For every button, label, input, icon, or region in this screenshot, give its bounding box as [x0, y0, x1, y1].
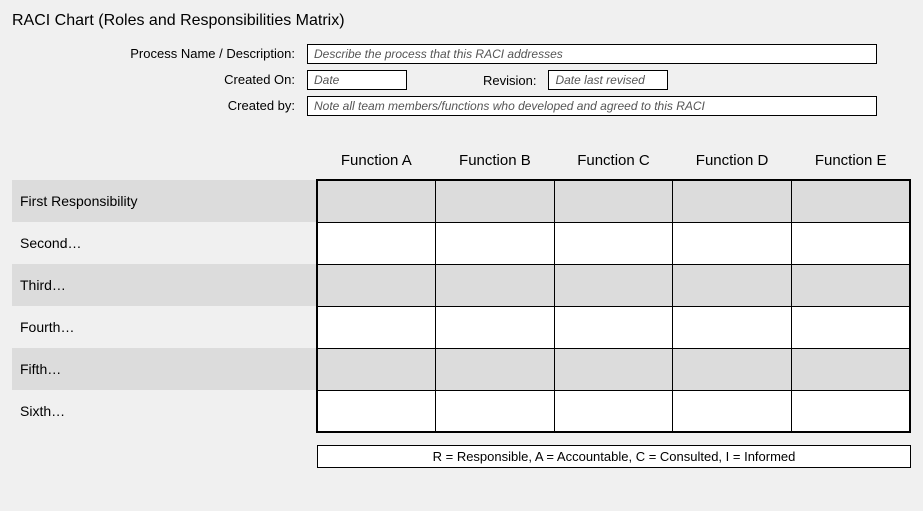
- table-row: Third…: [12, 264, 910, 306]
- created-on-input[interactable]: Date: [307, 70, 407, 90]
- raci-cell[interactable]: [317, 306, 436, 348]
- column-header: Function C: [554, 146, 673, 180]
- raci-cell[interactable]: [791, 306, 910, 348]
- raci-cell[interactable]: [673, 390, 792, 432]
- raci-cell[interactable]: [554, 222, 673, 264]
- created-on-label: Created On:: [12, 70, 307, 87]
- raci-cell[interactable]: [317, 180, 436, 222]
- column-header: Function B: [436, 146, 555, 180]
- matrix-header-row: Function A Function B Function C Functio…: [12, 146, 910, 180]
- process-row: Process Name / Description: Describe the…: [12, 44, 911, 64]
- table-row: Fourth…: [12, 306, 910, 348]
- row-label: Third…: [12, 264, 317, 306]
- raci-cell[interactable]: [317, 348, 436, 390]
- raci-cell[interactable]: [436, 222, 555, 264]
- column-header: Function E: [791, 146, 910, 180]
- raci-matrix: Function A Function B Function C Functio…: [12, 146, 911, 468]
- page-title: RACI Chart (Roles and Responsibilities M…: [12, 12, 911, 30]
- raci-cell[interactable]: [436, 306, 555, 348]
- raci-cell[interactable]: [673, 264, 792, 306]
- column-header: Function D: [673, 146, 792, 180]
- raci-cell[interactable]: [673, 348, 792, 390]
- legend: R = Responsible, A = Accountable, C = Co…: [317, 445, 911, 468]
- raci-cell[interactable]: [673, 222, 792, 264]
- table-row: Sixth…: [12, 390, 910, 432]
- table-row: Fifth…: [12, 348, 910, 390]
- revision-label: Revision:: [483, 73, 536, 88]
- row-label: Sixth…: [12, 390, 317, 432]
- row-label: Second…: [12, 222, 317, 264]
- table-row: First Responsibility: [12, 180, 910, 222]
- raci-cell[interactable]: [554, 306, 673, 348]
- raci-cell[interactable]: [317, 390, 436, 432]
- raci-cell[interactable]: [317, 222, 436, 264]
- raci-cell[interactable]: [673, 180, 792, 222]
- raci-cell[interactable]: [554, 264, 673, 306]
- row-label: Fifth…: [12, 348, 317, 390]
- created-on-row: Created On: Date Revision: Date last rev…: [12, 70, 911, 90]
- row-label: Fourth…: [12, 306, 317, 348]
- created-by-label: Created by:: [12, 96, 307, 113]
- raci-cell[interactable]: [436, 264, 555, 306]
- raci-cell[interactable]: [436, 390, 555, 432]
- raci-cell[interactable]: [317, 264, 436, 306]
- raci-cell[interactable]: [436, 348, 555, 390]
- raci-cell[interactable]: [791, 222, 910, 264]
- matrix-corner: [12, 146, 317, 180]
- raci-cell[interactable]: [436, 180, 555, 222]
- raci-cell[interactable]: [554, 180, 673, 222]
- created-by-input[interactable]: Note all team members/functions who deve…: [307, 96, 877, 116]
- raci-cell[interactable]: [791, 180, 910, 222]
- process-input[interactable]: Describe the process that this RACI addr…: [307, 44, 877, 64]
- raci-cell[interactable]: [554, 348, 673, 390]
- metadata-form: Process Name / Description: Describe the…: [12, 44, 911, 116]
- raci-cell[interactable]: [791, 390, 910, 432]
- raci-cell[interactable]: [791, 348, 910, 390]
- row-label: First Responsibility: [12, 180, 317, 222]
- created-by-row: Created by: Note all team members/functi…: [12, 96, 911, 116]
- raci-cell[interactable]: [554, 390, 673, 432]
- table-row: Second…: [12, 222, 910, 264]
- revision-input[interactable]: Date last revised: [548, 70, 668, 90]
- column-header: Function A: [317, 146, 436, 180]
- raci-cell[interactable]: [673, 306, 792, 348]
- raci-cell[interactable]: [791, 264, 910, 306]
- process-label: Process Name / Description:: [12, 44, 307, 61]
